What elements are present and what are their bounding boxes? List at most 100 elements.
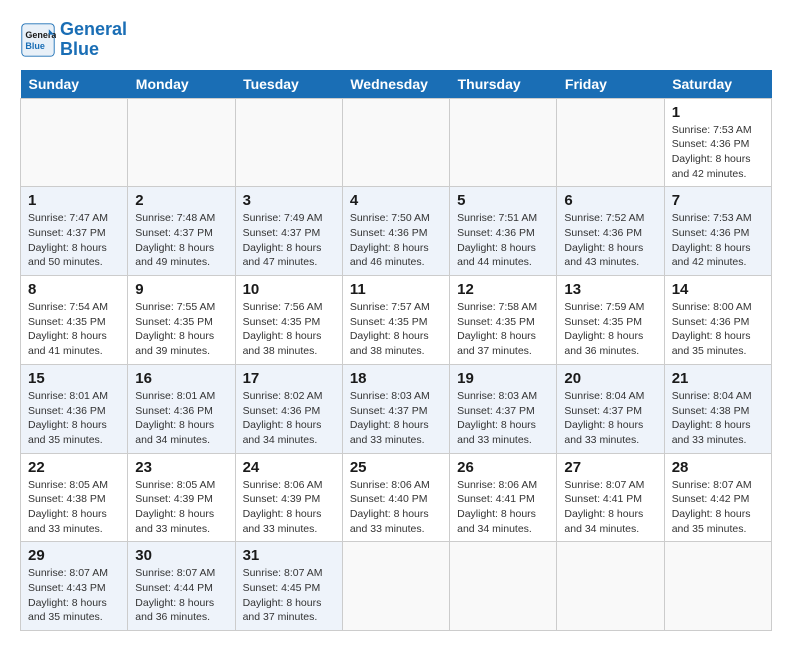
day-info: Sunrise: 8:03 AM Sunset: 4:37 PM Dayligh… <box>350 389 442 448</box>
day-info: Sunrise: 7:53 AM Sunset: 4:36 PM Dayligh… <box>672 123 764 182</box>
day-number: 22 <box>28 459 120 476</box>
day-info: Sunrise: 8:05 AM Sunset: 4:39 PM Dayligh… <box>135 478 227 537</box>
svg-text:Blue: Blue <box>25 41 45 51</box>
day-number: 4 <box>350 192 442 209</box>
calendar-cell: 8 Sunrise: 7:54 AM Sunset: 4:35 PM Dayli… <box>21 276 128 365</box>
day-info: Sunrise: 8:04 AM Sunset: 4:38 PM Dayligh… <box>672 389 764 448</box>
day-info: Sunrise: 8:01 AM Sunset: 4:36 PM Dayligh… <box>28 389 120 448</box>
day-number: 9 <box>135 281 227 298</box>
day-number: 27 <box>564 459 656 476</box>
day-number: 10 <box>243 281 335 298</box>
day-number: 30 <box>135 547 227 564</box>
calendar-cell: 3 Sunrise: 7:49 AM Sunset: 4:37 PM Dayli… <box>235 187 342 276</box>
day-info: Sunrise: 8:01 AM Sunset: 4:36 PM Dayligh… <box>135 389 227 448</box>
calendar-cell <box>235 98 342 187</box>
day-number: 14 <box>672 281 764 298</box>
calendar-cell: 11 Sunrise: 7:57 AM Sunset: 4:35 PM Dayl… <box>342 276 449 365</box>
day-number: 7 <box>672 192 764 209</box>
calendar-cell <box>450 98 557 187</box>
calendar-cell: 21 Sunrise: 8:04 AM Sunset: 4:38 PM Dayl… <box>664 364 771 453</box>
day-info: Sunrise: 8:06 AM Sunset: 4:39 PM Dayligh… <box>243 478 335 537</box>
calendar-cell <box>128 98 235 187</box>
day-info: Sunrise: 7:55 AM Sunset: 4:35 PM Dayligh… <box>135 300 227 359</box>
weekday-header: Monday <box>128 70 235 99</box>
weekday-header-row: SundayMondayTuesdayWednesdayThursdayFrid… <box>21 70 772 99</box>
calendar-cell: 16 Sunrise: 8:01 AM Sunset: 4:36 PM Dayl… <box>128 364 235 453</box>
day-info: Sunrise: 8:03 AM Sunset: 4:37 PM Dayligh… <box>457 389 549 448</box>
calendar-cell: 10 Sunrise: 7:56 AM Sunset: 4:35 PM Dayl… <box>235 276 342 365</box>
svg-text:General: General <box>25 30 56 40</box>
day-info: Sunrise: 7:49 AM Sunset: 4:37 PM Dayligh… <box>243 211 335 270</box>
calendar-cell: 6 Sunrise: 7:52 AM Sunset: 4:36 PM Dayli… <box>557 187 664 276</box>
calendar-cell: 25 Sunrise: 8:06 AM Sunset: 4:40 PM Dayl… <box>342 453 449 542</box>
day-number: 8 <box>28 281 120 298</box>
calendar-cell <box>557 98 664 187</box>
weekday-header: Friday <box>557 70 664 99</box>
day-info: Sunrise: 8:05 AM Sunset: 4:38 PM Dayligh… <box>28 478 120 537</box>
calendar-cell: 1 Sunrise: 7:47 AM Sunset: 4:37 PM Dayli… <box>21 187 128 276</box>
day-number: 15 <box>28 370 120 387</box>
calendar-table: SundayMondayTuesdayWednesdayThursdayFrid… <box>20 70 772 632</box>
calendar-cell: 22 Sunrise: 8:05 AM Sunset: 4:38 PM Dayl… <box>21 453 128 542</box>
weekday-header: Wednesday <box>342 70 449 99</box>
day-number: 12 <box>457 281 549 298</box>
calendar-cell: 5 Sunrise: 7:51 AM Sunset: 4:36 PM Dayli… <box>450 187 557 276</box>
calendar-week-row: 22 Sunrise: 8:05 AM Sunset: 4:38 PM Dayl… <box>21 453 772 542</box>
day-number: 20 <box>564 370 656 387</box>
day-number: 1 <box>28 192 120 209</box>
calendar-cell: 1 Sunrise: 7:53 AM Sunset: 4:36 PM Dayli… <box>664 98 771 187</box>
day-number: 23 <box>135 459 227 476</box>
day-number: 17 <box>243 370 335 387</box>
day-info: Sunrise: 8:00 AM Sunset: 4:36 PM Dayligh… <box>672 300 764 359</box>
calendar-cell: 4 Sunrise: 7:50 AM Sunset: 4:36 PM Dayli… <box>342 187 449 276</box>
calendar-cell: 14 Sunrise: 8:00 AM Sunset: 4:36 PM Dayl… <box>664 276 771 365</box>
logo-text: GeneralBlue <box>60 20 127 60</box>
day-info: Sunrise: 7:56 AM Sunset: 4:35 PM Dayligh… <box>243 300 335 359</box>
calendar-cell: 24 Sunrise: 8:06 AM Sunset: 4:39 PM Dayl… <box>235 453 342 542</box>
day-info: Sunrise: 7:52 AM Sunset: 4:36 PM Dayligh… <box>564 211 656 270</box>
calendar-cell: 18 Sunrise: 8:03 AM Sunset: 4:37 PM Dayl… <box>342 364 449 453</box>
calendar-cell: 2 Sunrise: 7:48 AM Sunset: 4:37 PM Dayli… <box>128 187 235 276</box>
day-number: 18 <box>350 370 442 387</box>
day-number: 24 <box>243 459 335 476</box>
day-number: 31 <box>243 547 335 564</box>
calendar-cell: 23 Sunrise: 8:05 AM Sunset: 4:39 PM Dayl… <box>128 453 235 542</box>
day-info: Sunrise: 7:48 AM Sunset: 4:37 PM Dayligh… <box>135 211 227 270</box>
calendar-week-row: 15 Sunrise: 8:01 AM Sunset: 4:36 PM Dayl… <box>21 364 772 453</box>
calendar-week-row: 1 Sunrise: 7:53 AM Sunset: 4:36 PM Dayli… <box>21 98 772 187</box>
day-info: Sunrise: 7:53 AM Sunset: 4:36 PM Dayligh… <box>672 211 764 270</box>
calendar-cell: 29 Sunrise: 8:07 AM Sunset: 4:43 PM Dayl… <box>21 542 128 631</box>
calendar-cell: 15 Sunrise: 8:01 AM Sunset: 4:36 PM Dayl… <box>21 364 128 453</box>
day-number: 2 <box>135 192 227 209</box>
calendar-cell: 20 Sunrise: 8:04 AM Sunset: 4:37 PM Dayl… <box>557 364 664 453</box>
day-number: 26 <box>457 459 549 476</box>
day-number: 3 <box>243 192 335 209</box>
day-number: 19 <box>457 370 549 387</box>
day-number: 21 <box>672 370 764 387</box>
calendar-cell <box>342 542 449 631</box>
calendar-cell: 19 Sunrise: 8:03 AM Sunset: 4:37 PM Dayl… <box>450 364 557 453</box>
calendar-cell <box>664 542 771 631</box>
day-info: Sunrise: 7:51 AM Sunset: 4:36 PM Dayligh… <box>457 211 549 270</box>
calendar-week-row: 8 Sunrise: 7:54 AM Sunset: 4:35 PM Dayli… <box>21 276 772 365</box>
calendar-cell: 12 Sunrise: 7:58 AM Sunset: 4:35 PM Dayl… <box>450 276 557 365</box>
day-info: Sunrise: 8:07 AM Sunset: 4:45 PM Dayligh… <box>243 566 335 625</box>
day-info: Sunrise: 8:06 AM Sunset: 4:40 PM Dayligh… <box>350 478 442 537</box>
weekday-header: Tuesday <box>235 70 342 99</box>
calendar-cell <box>21 98 128 187</box>
weekday-header: Sunday <box>21 70 128 99</box>
day-info: Sunrise: 8:06 AM Sunset: 4:41 PM Dayligh… <box>457 478 549 537</box>
logo: General Blue GeneralBlue <box>20 20 127 60</box>
calendar-cell <box>450 542 557 631</box>
day-info: Sunrise: 8:07 AM Sunset: 4:41 PM Dayligh… <box>564 478 656 537</box>
day-info: Sunrise: 8:07 AM Sunset: 4:42 PM Dayligh… <box>672 478 764 537</box>
day-info: Sunrise: 7:54 AM Sunset: 4:35 PM Dayligh… <box>28 300 120 359</box>
day-number: 6 <box>564 192 656 209</box>
day-info: Sunrise: 7:59 AM Sunset: 4:35 PM Dayligh… <box>564 300 656 359</box>
calendar-cell: 26 Sunrise: 8:06 AM Sunset: 4:41 PM Dayl… <box>450 453 557 542</box>
day-number: 11 <box>350 281 442 298</box>
day-number: 28 <box>672 459 764 476</box>
day-info: Sunrise: 8:07 AM Sunset: 4:43 PM Dayligh… <box>28 566 120 625</box>
logo-icon: General Blue <box>20 22 56 58</box>
calendar-cell: 13 Sunrise: 7:59 AM Sunset: 4:35 PM Dayl… <box>557 276 664 365</box>
